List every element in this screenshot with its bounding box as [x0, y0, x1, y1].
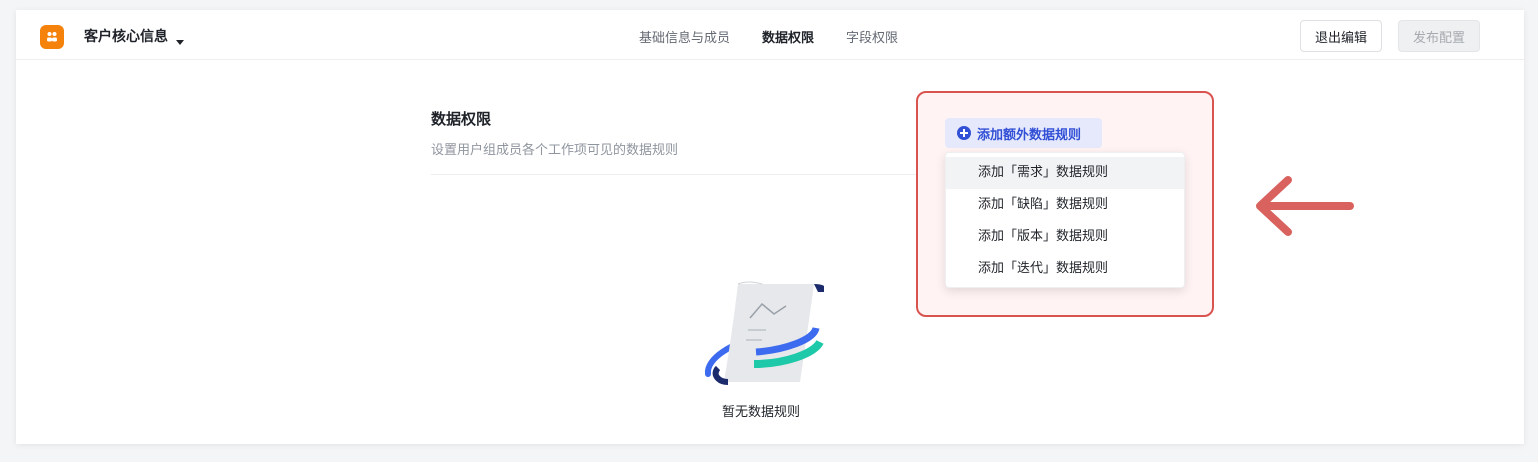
empty-state-text: 暂无数据规则 [721, 405, 800, 420]
top-bar: 客户核心信息 基础信息与成员 数据权限 字段权限 退出编辑 发布配置 [16, 10, 1524, 60]
tab-basic-info[interactable]: 基础信息与成员 [639, 27, 730, 46]
menu-item-version[interactable]: 添加「版本」数据规则 [946, 221, 1184, 253]
add-extra-data-rule-label: 添加额外数据规则 [977, 127, 1082, 143]
publish-config-button[interactable]: 发布配置 [1398, 20, 1480, 52]
menu-item-defect[interactable]: 添加「缺陷」数据规则 [946, 189, 1184, 221]
chevron-down-icon[interactable] [176, 31, 184, 50]
menu-item-requirement[interactable]: 添加「需求」数据规则 [946, 157, 1184, 189]
tab-field-permission[interactable]: 字段权限 [846, 27, 898, 46]
tab-bar: 基础信息与成员 数据权限 字段权限 [639, 27, 930, 46]
exit-edit-button[interactable]: 退出编辑 [1300, 20, 1382, 52]
annotation-arrow-icon [1248, 168, 1360, 248]
tab-data-permission[interactable]: 数据权限 [762, 27, 814, 46]
section-description: 设置用户组成员各个工作项可见的数据规则 [431, 143, 679, 158]
menu-item-iteration[interactable]: 添加「迭代」数据规则 [946, 253, 1184, 285]
project-name[interactable]: 客户核心信息 [84, 26, 168, 46]
empty-state-illustration [704, 278, 827, 400]
add-rule-dropdown-menu: 添加「需求」数据规则 添加「缺陷」数据规则 添加「版本」数据规则 添加「迭代」数… [945, 152, 1185, 288]
section-title: 数据权限 [431, 110, 492, 128]
main-card: 客户核心信息 基础信息与成员 数据权限 字段权限 退出编辑 发布配置 数据权限 … [16, 10, 1524, 444]
plus-circle-icon [957, 126, 971, 140]
project-logo-icon [40, 25, 64, 49]
add-extra-data-rule-button[interactable]: 添加额外数据规则 [945, 118, 1102, 148]
